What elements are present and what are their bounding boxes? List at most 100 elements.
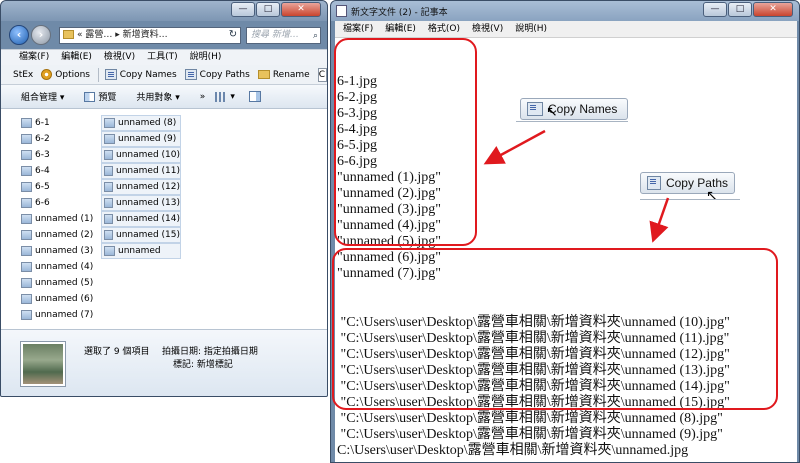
stex-toolbar: StEx Options Copy Names Copy Paths Renam… — [1, 65, 327, 85]
file-item[interactable]: unnamed (1) — [19, 211, 93, 227]
refresh-icon[interactable]: ↻ — [226, 28, 240, 42]
file-item[interactable]: unnamed (6) — [19, 291, 93, 307]
file-name: 6-3 — [35, 150, 50, 160]
file-item[interactable]: unnamed (4) — [19, 259, 93, 275]
file-item-selected[interactable]: unnamed (9) — [101, 131, 181, 147]
image-file-icon — [104, 150, 114, 160]
gear-icon — [41, 69, 53, 80]
preview-pane-button[interactable] — [248, 91, 261, 102]
toolbar-divider — [98, 67, 99, 82]
file-item-selected[interactable]: unnamed (8) — [101, 115, 181, 131]
image-file-icon — [21, 198, 32, 208]
back-button[interactable]: ‹ — [9, 25, 29, 45]
forward-button[interactable]: › — [31, 25, 51, 45]
file-name: unnamed (15) — [116, 230, 180, 240]
share-button[interactable]: 共用對象 ▾ — [136, 90, 179, 103]
menu-help[interactable]: 說明(H) — [190, 50, 222, 65]
menu-file[interactable]: 檔案(F) — [343, 21, 373, 37]
file-item[interactable]: 6-6 — [19, 195, 93, 211]
views-button[interactable]: ▾ — [215, 91, 235, 102]
menu-tools[interactable]: 工具(T) — [147, 50, 178, 65]
text-line: 6-1.jpg — [337, 74, 378, 89]
rename-button[interactable]: Rename — [257, 69, 310, 80]
button-shadow-line — [640, 199, 740, 200]
tags-field[interactable]: 標記: 新增標記 — [173, 357, 233, 370]
toolbar-field[interactable]: C — [317, 67, 327, 82]
menu-view[interactable]: 檢視(V) — [472, 21, 503, 37]
image-file-icon — [104, 118, 115, 128]
notepad-icon — [336, 5, 347, 17]
file-column-2: unnamed (8) unnamed (9) unnamed (10) unn… — [101, 115, 181, 259]
selection-thumbnail — [21, 342, 65, 386]
file-item-selected[interactable]: unnamed (10) — [101, 147, 181, 163]
path-icon — [647, 176, 661, 190]
menu-format[interactable]: 格式(O) — [428, 21, 460, 37]
close-button[interactable]: ✕ — [753, 2, 793, 17]
file-name: 6-4 — [35, 166, 50, 176]
copy-paths-button[interactable]: Copy Paths — [184, 69, 250, 80]
image-file-icon — [21, 262, 32, 272]
text-line: "C:\Users\user\Desktop\露營車相關\新增資料夾\unnam… — [337, 427, 723, 442]
image-file-icon — [104, 214, 114, 224]
text-line: "C:\Users\user\Desktop\露營車相關\新增資料夾\unnam… — [337, 411, 723, 426]
file-item-selected[interactable]: unnamed (15) — [101, 227, 181, 243]
file-item[interactable]: 6-2 — [19, 131, 93, 147]
file-item[interactable]: 6-1 — [19, 115, 93, 131]
search-input[interactable]: 搜尋 新增… ⌕ — [246, 27, 321, 44]
file-name: 6-1 — [35, 118, 50, 128]
file-name: unnamed (11) — [116, 166, 180, 176]
minimize-button[interactable]: — — [703, 2, 727, 17]
mouse-cursor-icon: ↖ — [546, 104, 558, 120]
file-item[interactable]: unnamed (3) — [19, 243, 93, 259]
text-line: "C:\Users\user\Desktop\露營車相關\新增資料夾\unnam… — [337, 331, 730, 346]
image-file-icon — [21, 310, 32, 320]
maximize-button[interactable]: □ — [728, 2, 752, 17]
file-item[interactable]: unnamed (7) — [19, 307, 93, 323]
file-icon — [104, 69, 117, 80]
file-item-selected[interactable]: unnamed — [101, 243, 181, 259]
copy-names-callout-label: Copy Names — [548, 102, 618, 116]
image-file-icon — [21, 150, 32, 160]
file-item-selected[interactable]: unnamed (13) — [101, 195, 181, 211]
copy-names-button[interactable]: Copy Names — [104, 69, 177, 80]
text-line: "C:\Users\user\Desktop\露營車相關\新增資料夾\unnam… — [337, 379, 730, 394]
file-item-selected[interactable]: unnamed (14) — [101, 211, 181, 227]
file-item[interactable]: unnamed (5) — [19, 275, 93, 291]
copy-names-callout-button: Copy Names — [520, 98, 628, 120]
file-item-selected[interactable]: unnamed (11) — [101, 163, 181, 179]
maximize-button[interactable]: □ — [256, 2, 280, 17]
organize-button[interactable]: 組合管理 ▾ — [21, 90, 64, 103]
explorer-navbar: ‹ › « 露營… ▸ 新增資料… ↻ 搜尋 新增… ⌕ — [1, 21, 327, 49]
preview-label: 預覽 — [98, 93, 117, 103]
menu-edit[interactable]: 編輯(E) — [385, 21, 416, 37]
menu-help[interactable]: 說明(H) — [515, 21, 547, 37]
date-taken-field[interactable]: 拍攝日期: 指定拍攝日期 — [162, 344, 258, 357]
copy-names-label: Copy Names — [119, 69, 177, 80]
minimize-button[interactable]: — — [231, 2, 255, 17]
file-name: unnamed (14) — [116, 214, 180, 224]
text-line: 6-5.jpg — [337, 138, 378, 153]
menu-view[interactable]: 檢視(V) — [104, 50, 135, 65]
preview-button[interactable]: 預覽 — [84, 90, 116, 103]
menu-file[interactable]: 檔案(F) — [19, 50, 49, 65]
text-line: "unnamed (5).jpg" — [337, 234, 441, 249]
file-item-selected[interactable]: unnamed (12) — [101, 179, 181, 195]
close-button[interactable]: ✕ — [281, 2, 321, 17]
file-name: 6-5 — [35, 182, 50, 192]
menu-edit[interactable]: 編輯(E) — [61, 50, 92, 65]
file-item[interactable]: unnamed (2) — [19, 227, 93, 243]
file-icon — [527, 102, 543, 116]
file-name: unnamed (6) — [35, 294, 94, 304]
more-commands-button[interactable]: » — [200, 92, 206, 102]
file-name: unnamed (5) — [35, 278, 94, 288]
rename-label: Rename — [272, 69, 310, 80]
notepad-titlebar: 新文字文件 (2) - 記事本 — □ ✕ — [331, 1, 799, 21]
address-bar[interactable]: « 露營… ▸ 新增資料… — [59, 27, 241, 44]
file-item[interactable]: 6-4 — [19, 163, 93, 179]
file-item[interactable]: 6-3 — [19, 147, 93, 163]
file-name: unnamed (13) — [116, 198, 180, 208]
text-line: "unnamed (6).jpg" — [337, 250, 441, 265]
file-list: 6-1 6-2 6-3 6-4 6-5 6-6 unnamed (1) unna… — [1, 109, 327, 329]
options-button[interactable]: Options — [41, 69, 90, 80]
file-item[interactable]: 6-5 — [19, 179, 93, 195]
